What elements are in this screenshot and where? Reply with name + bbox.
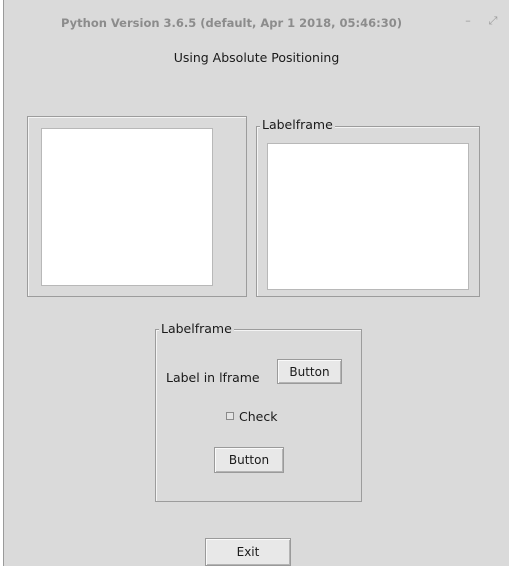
lframe-label: Label in lframe	[166, 370, 260, 385]
right-labelframe-title: Labelframe	[260, 117, 335, 132]
application-window: Python Version 3.6.5 (default, Apr 1 201…	[3, 0, 509, 566]
maximize-icon[interactable]: ⤢	[484, 12, 502, 30]
title-bar[interactable]: Python Version 3.6.5 (default, Apr 1 201…	[4, 0, 509, 44]
window-title: Python Version 3.6.5 (default, Apr 1 201…	[61, 16, 402, 30]
check-label[interactable]: Check	[239, 409, 277, 424]
check-checkbox[interactable]	[226, 412, 234, 420]
minimize-icon[interactable]: –	[459, 12, 477, 30]
frame-button[interactable]: Button	[214, 447, 284, 473]
heading-label: Using Absolute Positioning	[173, 50, 340, 65]
bottom-labelframe-title: Labelframe	[159, 321, 234, 336]
right-canvas[interactable]	[267, 143, 469, 290]
lframe-button[interactable]: Button	[277, 359, 342, 384]
left-canvas[interactable]	[41, 128, 213, 286]
exit-button[interactable]: Exit	[205, 538, 291, 566]
